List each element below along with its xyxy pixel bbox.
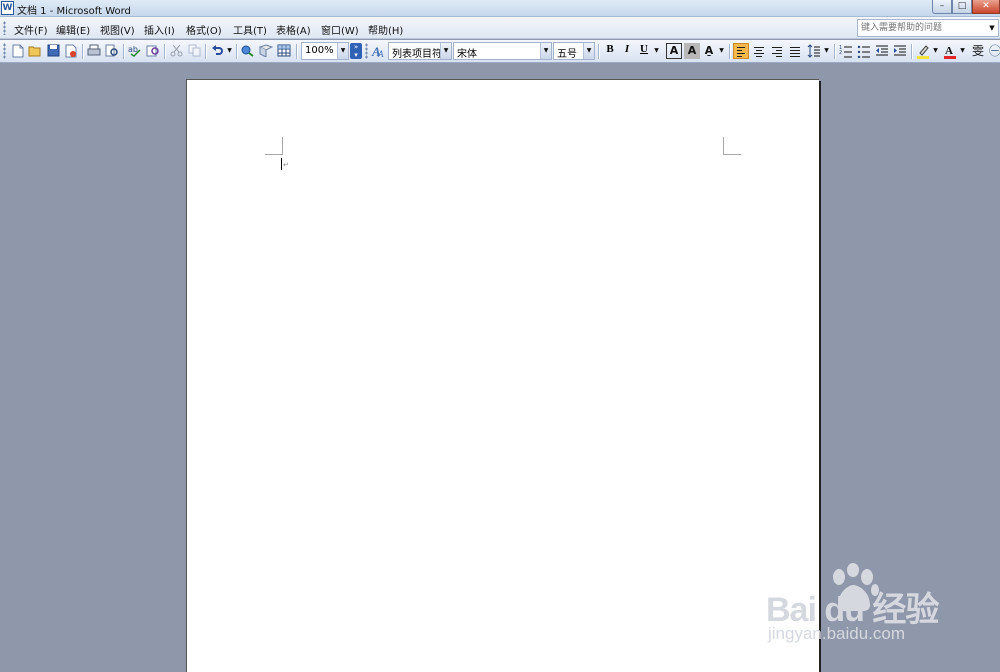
font-dropdown-arrow-icon[interactable]: ▼ [540, 43, 551, 59]
close-button[interactable]: ✕ [972, 0, 1000, 14]
font-size-dropdown-arrow-icon[interactable]: ▼ [583, 43, 594, 59]
margin-corner-mark [723, 137, 724, 155]
toolbar-separator [729, 44, 730, 59]
help-question-box[interactable]: ▼ [857, 19, 999, 37]
formatting-toolbar: ab ▼ 100% ▼ » ▾ AA 列表项目符 ▼ 宋体 ▼ 五号 ▼ B I … [0, 40, 1000, 63]
toolbar-separator [911, 44, 912, 59]
document-page[interactable]: ↵ [186, 79, 819, 672]
svg-text:A: A [377, 49, 384, 58]
help-question-input[interactable] [861, 22, 986, 34]
margin-corner-mark [723, 154, 741, 155]
toolbar-separator [598, 44, 599, 59]
increase-indent-icon[interactable] [892, 43, 908, 59]
copy-icon[interactable] [186, 43, 202, 59]
title-bar: W 文档 1 - Microsoft Word – □ ✕ [0, 0, 1000, 17]
highlight-dropdown-arrow-icon[interactable]: ▼ [932, 43, 939, 59]
toolbar-grip-handle[interactable] [3, 43, 6, 59]
bold-button[interactable]: B [602, 43, 618, 59]
style-dropdown-arrow-icon[interactable]: ▼ [440, 43, 451, 59]
font-combo[interactable]: 宋体 ▼ [453, 42, 552, 60]
zoom-combo[interactable]: 100% ▼ [301, 42, 349, 60]
toolbar-grip-handle[interactable] [365, 43, 368, 59]
bullets-icon[interactable] [856, 43, 872, 59]
menu-tools[interactable]: 工具(T) [233, 22, 267, 37]
save-icon[interactable] [45, 43, 61, 59]
character-scaling-button[interactable]: A̱ [701, 43, 717, 59]
maximize-button[interactable]: □ [952, 0, 972, 14]
paragraph-mark: ↵ [283, 161, 289, 169]
help-dropdown-arrow-icon[interactable]: ▼ [986, 20, 998, 36]
print-icon[interactable] [86, 43, 102, 59]
zoom-value: 100% [305, 45, 334, 56]
margin-corner-mark [265, 154, 283, 155]
document-workspace: ↵ Bai du 经验 jingyan.baidu.com [0, 64, 1000, 672]
svg-text:2: 2 [839, 50, 842, 56]
toolbar-separator [205, 44, 206, 59]
new-document-icon[interactable] [10, 43, 26, 59]
character-scaling-dropdown-arrow-icon[interactable]: ▼ [718, 43, 725, 59]
decrease-indent-icon[interactable] [874, 43, 890, 59]
align-left-button[interactable] [733, 43, 749, 59]
line-spacing-dropdown-arrow-icon[interactable]: ▼ [823, 43, 830, 59]
print-preview-icon[interactable] [104, 43, 120, 59]
menu-bar: 文件(F) 编辑(E) 视图(V) 插入(I) 格式(O) 工具(T) 表格(A… [0, 17, 1000, 39]
minimize-button[interactable]: – [932, 0, 952, 14]
insert-table-icon[interactable] [276, 43, 292, 59]
toolbar-options-icon[interactable]: » ▾ [350, 43, 362, 59]
enclose-characters-icon[interactable]: ㊀ [987, 43, 1000, 59]
menu-edit[interactable]: 编辑(E) [56, 22, 90, 37]
zoom-dropdown-arrow-icon[interactable]: ▼ [337, 43, 348, 59]
underline-button[interactable]: U [636, 43, 652, 59]
font-color-icon[interactable]: A [942, 43, 958, 59]
toolbar-separator [123, 44, 124, 59]
line-spacing-button[interactable] [806, 43, 822, 59]
style-combo[interactable]: 列表项目符 ▼ [388, 42, 452, 60]
highlight-icon[interactable] [915, 43, 931, 59]
font-color-dropdown-arrow-icon[interactable]: ▼ [959, 43, 966, 59]
undo-dropdown-arrow-icon[interactable]: ▼ [226, 43, 233, 59]
align-right-button[interactable] [769, 43, 785, 59]
research-icon[interactable] [145, 43, 161, 59]
word-app-icon[interactable]: W [1, 1, 14, 15]
font-size-combo[interactable]: 五号 ▼ [553, 42, 595, 60]
toolbar-separator [82, 44, 83, 59]
menu-window[interactable]: 窗口(W) [321, 22, 359, 37]
svg-text:A: A [945, 45, 953, 57]
spelling-grammar-icon[interactable]: ab [127, 43, 143, 59]
underline-dropdown-arrow-icon[interactable]: ▼ [653, 43, 660, 59]
toolbar-separator [236, 44, 237, 59]
undo-icon[interactable] [209, 43, 225, 59]
font-size-value: 五号 [557, 49, 577, 60]
numbering-icon[interactable]: 12 [838, 43, 854, 59]
style-value: 列表项目符 [392, 49, 442, 60]
toolbar-separator [296, 44, 297, 59]
toolbar-separator [164, 44, 165, 59]
italic-button[interactable]: I [619, 43, 635, 59]
menu-table[interactable]: 表格(A) [276, 22, 311, 37]
menu-format[interactable]: 格式(O) [186, 22, 222, 37]
align-center-button[interactable] [751, 43, 767, 59]
justify-button[interactable] [787, 43, 803, 59]
character-border-button[interactable]: A [666, 43, 682, 59]
text-cursor [281, 158, 282, 170]
cut-icon[interactable] [168, 43, 184, 59]
menubar-grip-handle[interactable] [3, 21, 6, 35]
menu-insert[interactable]: 插入(I) [144, 22, 175, 37]
styles-formatting-icon[interactable]: AA [370, 43, 386, 59]
font-value: 宋体 [457, 49, 477, 60]
watermark-url: jingyan.baidu.com [768, 624, 906, 643]
window-title: 文档 1 - Microsoft Word [17, 6, 131, 17]
open-folder-icon[interactable] [27, 43, 43, 59]
phonetic-guide-button[interactable]: 雯 [970, 43, 986, 59]
menu-view[interactable]: 视图(V) [100, 22, 135, 37]
toolbar-separator [834, 44, 835, 59]
tables-borders-icon[interactable] [258, 43, 274, 59]
menu-file[interactable]: 文件(F) [14, 22, 48, 37]
menu-help[interactable]: 帮助(H) [368, 22, 403, 37]
margin-corner-mark [282, 137, 283, 155]
insert-hyperlink-icon[interactable] [240, 43, 256, 59]
character-shading-button[interactable]: A [684, 43, 700, 59]
permission-icon[interactable] [63, 43, 79, 59]
